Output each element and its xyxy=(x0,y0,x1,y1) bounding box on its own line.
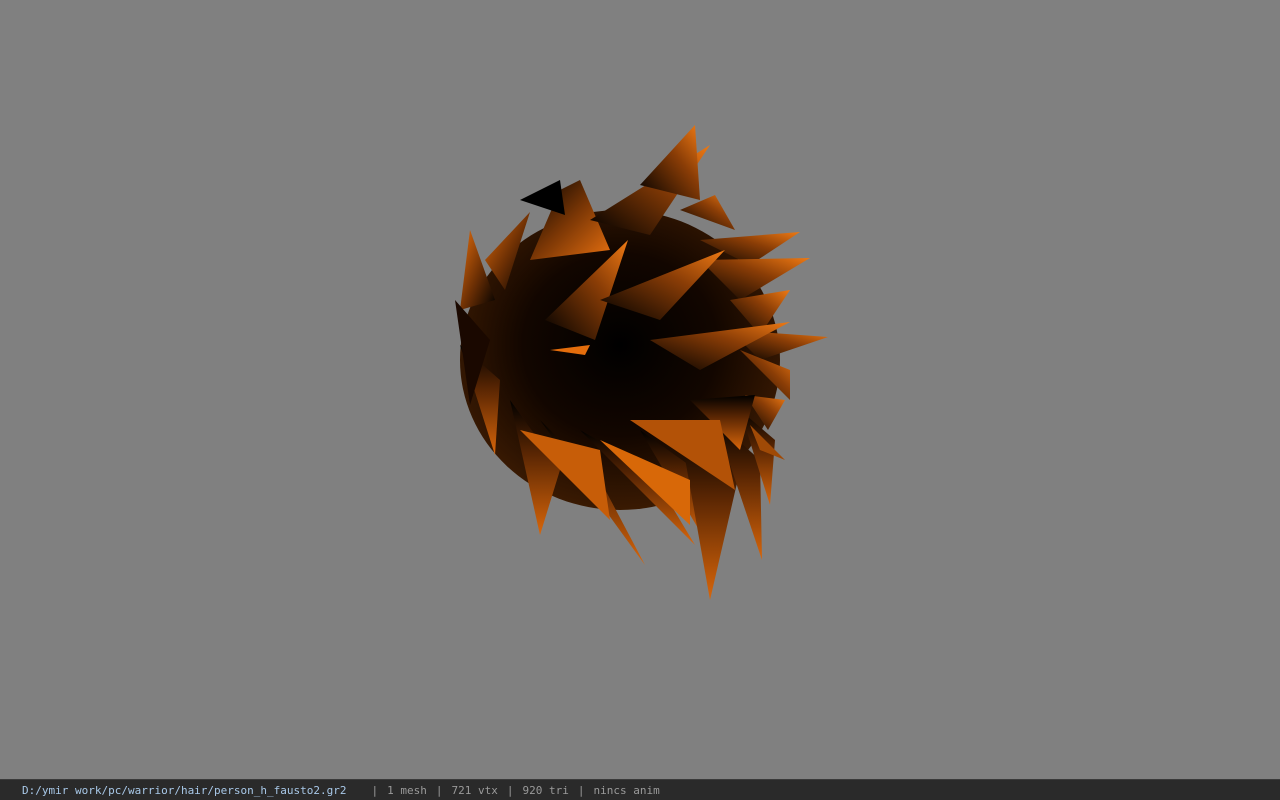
status-mesh-count: 1 mesh xyxy=(387,783,427,797)
status-separator: | xyxy=(506,783,514,797)
hair-mesh xyxy=(455,125,828,600)
3d-viewport[interactable] xyxy=(0,0,1280,779)
status-vertex-count: 721 vtx xyxy=(451,783,498,797)
status-separator: | xyxy=(577,783,585,797)
status-bar: D:/ymir work/pc/warrior/hair/person_h_fa… xyxy=(0,779,1280,800)
status-file-path: D:/ymir work/pc/warrior/hair/person_h_fa… xyxy=(22,783,347,797)
status-triangle-count: 920 tri xyxy=(522,783,569,797)
hair-model-render[interactable] xyxy=(0,0,1280,779)
status-separator: | xyxy=(435,783,443,797)
status-animation-flags: nincs anim xyxy=(593,783,660,797)
status-separator: | xyxy=(371,783,379,797)
